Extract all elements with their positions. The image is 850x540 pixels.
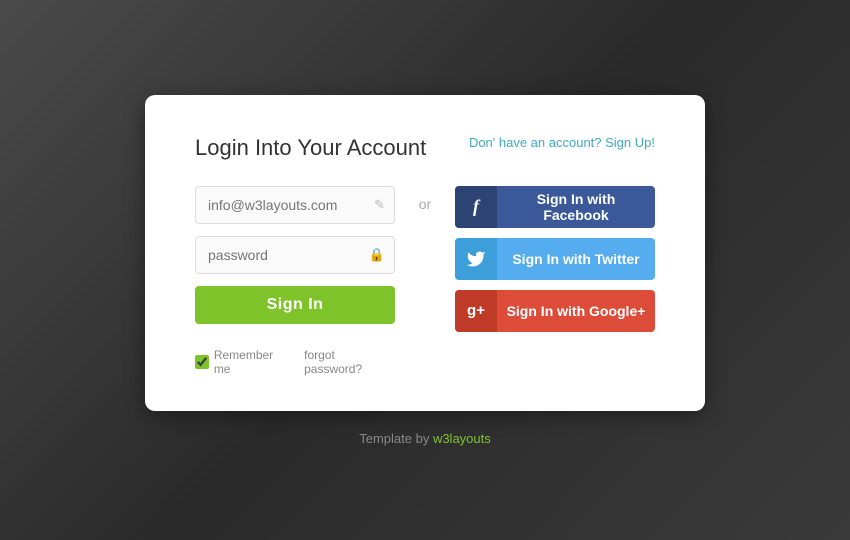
left-column: ✎ 🔒 Sign In Remember me forgot password?: [195, 186, 395, 376]
lock-icon: 🔒: [369, 247, 385, 263]
twitter-signin-button[interactable]: Sign In with Twitter: [455, 238, 655, 280]
card-header: Login Into Your Account Don' have an acc…: [195, 135, 655, 161]
remember-text: Remember me: [214, 348, 292, 376]
remember-checkbox[interactable]: [195, 355, 209, 369]
signin-button[interactable]: Sign In: [195, 286, 395, 324]
email-input[interactable]: [195, 186, 395, 224]
footer-text: Template by: [359, 431, 433, 446]
divider: or: [415, 186, 435, 212]
email-wrapper: ✎: [195, 186, 395, 224]
user-icon: ✎: [374, 197, 385, 213]
login-card: Login Into Your Account Don' have an acc…: [145, 95, 705, 411]
card-title: Login Into Your Account: [195, 135, 426, 161]
google-label: Sign In with Google+: [497, 303, 655, 319]
facebook-signin-button[interactable]: f Sign In with Facebook: [455, 186, 655, 228]
signup-link[interactable]: Don' have an account? Sign Up!: [469, 135, 655, 150]
right-column: f Sign In with Facebook Sign In with Twi…: [455, 186, 655, 332]
twitter-label: Sign In with Twitter: [497, 251, 655, 267]
google-icon: g+: [455, 290, 497, 332]
google-signin-button[interactable]: g+ Sign In with Google+: [455, 290, 655, 332]
facebook-label: Sign In with Facebook: [497, 191, 655, 223]
twitter-icon: [455, 238, 497, 280]
password-wrapper: 🔒: [195, 236, 395, 274]
card-body: ✎ 🔒 Sign In Remember me forgot password?…: [195, 186, 655, 376]
bottom-row: Remember me forgot password?: [195, 348, 395, 376]
password-input[interactable]: [195, 236, 395, 274]
footer-link[interactable]: w3layouts: [433, 431, 491, 446]
forgot-password-link[interactable]: forgot password?: [304, 348, 395, 376]
footer: Template by w3layouts: [359, 431, 491, 446]
facebook-icon: f: [455, 186, 497, 228]
remember-label[interactable]: Remember me: [195, 348, 292, 376]
